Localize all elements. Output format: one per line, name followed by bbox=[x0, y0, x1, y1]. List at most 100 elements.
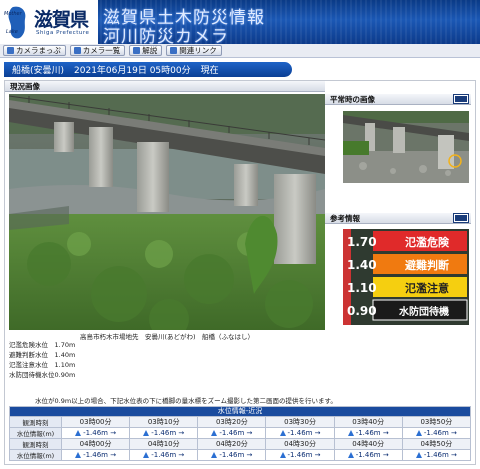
current-camera-image[interactable] bbox=[9, 94, 325, 330]
reference-level-gauge: 1.70 氾濫危険 1.40 避難判断 1.10 氾濫注意 0.90 水防団待機 bbox=[343, 229, 469, 325]
level-icon bbox=[143, 430, 150, 436]
gauge-caution-label: 氾濫注意 bbox=[405, 281, 449, 295]
value-cell: -1.46m → bbox=[60, 427, 131, 439]
site-subtitle: 河川防災カメラ bbox=[103, 27, 229, 44]
time-cell: 03時30分 bbox=[265, 416, 335, 428]
link-icon bbox=[170, 47, 178, 54]
value-text: -1.46m → bbox=[423, 429, 457, 437]
list-icon bbox=[73, 47, 81, 54]
main-panel: 現況画像 高島市朽木市場地先 安曇川(あどがわ) 船橋（ふなはし） 氾濫危険水位… bbox=[4, 80, 476, 465]
value-text: -1.46m → bbox=[219, 451, 253, 459]
nav-camera-list[interactable]: カメラ一覧 bbox=[69, 45, 126, 56]
nav-camera-map[interactable]: カメラまっぷ bbox=[3, 45, 66, 56]
value-text: -1.46m → bbox=[287, 451, 321, 459]
gauge-danger-value: 1.70 bbox=[347, 235, 377, 249]
time-cell: 04時30分 bbox=[265, 438, 335, 450]
level-icon bbox=[279, 452, 286, 458]
level-icon bbox=[347, 430, 354, 436]
status-label: 現在 bbox=[200, 66, 219, 76]
gauge-caution-value: 1.10 bbox=[347, 281, 377, 295]
map-icon bbox=[7, 47, 14, 54]
gauge-chart: 1.70 氾濫危険 1.40 避難判断 1.10 氾濫注意 0.90 水防団待機 bbox=[343, 229, 469, 325]
time-cell: 03時00分 bbox=[60, 416, 131, 428]
zoom-note: 水位が0.9m以上の場合、下記水位表の下に橋脚の量水標をズーム撮影した第二画面の… bbox=[35, 397, 337, 405]
station-title-bar: 船橋(安曇川) 2021年06月19日 05時00分 現在 bbox=[4, 62, 292, 77]
value-cell: -1.46m → bbox=[60, 449, 131, 461]
value-text: -1.46m → bbox=[151, 429, 185, 437]
level-icon bbox=[279, 430, 286, 436]
nav-related-links[interactable]: 関連リンク bbox=[166, 45, 222, 56]
level-evacuation: 避難判断水位 1.40m bbox=[9, 351, 76, 359]
badge-icon bbox=[453, 213, 469, 223]
current-image-heading-text: 現況画像 bbox=[10, 81, 40, 91]
normal-image-heading-text: 平常時の画像 bbox=[330, 94, 375, 104]
time-label: 観測時刻 bbox=[9, 416, 62, 428]
site-header: Mother Lake 滋賀県 Shiga Prefecture 滋賀県土木防災… bbox=[0, 0, 480, 44]
table-row: 観測時刻 04時00分 04時10分 04時20分 04時30分 04時40分 … bbox=[9, 438, 472, 450]
time-cell: 03時40分 bbox=[333, 416, 403, 428]
value-label: 水位情報(m) bbox=[9, 427, 62, 439]
bridge-photo bbox=[9, 94, 325, 330]
value-text: -1.46m → bbox=[423, 451, 457, 459]
gauge-danger-label: 氾濫危険 bbox=[405, 235, 450, 249]
reference-info-heading: 参考情報 bbox=[325, 213, 471, 224]
level-danger: 氾濫危険水位 1.70m bbox=[9, 341, 76, 349]
gauge-evacuation-label: 避難判断 bbox=[405, 258, 449, 272]
reference-info-heading-text: 参考情報 bbox=[330, 213, 360, 223]
level-icon bbox=[211, 430, 218, 436]
normal-image-heading: 平常時の画像 bbox=[325, 94, 471, 105]
value-text: -1.46m → bbox=[219, 429, 253, 437]
level-icon bbox=[415, 452, 422, 458]
time-cell: 04時50分 bbox=[401, 438, 472, 450]
value-cell: -1.46m → bbox=[265, 449, 335, 461]
logo-text: 滋賀県 bbox=[34, 9, 89, 31]
value-text: -1.46m → bbox=[151, 451, 185, 459]
normal-camera-image[interactable] bbox=[343, 111, 469, 183]
gauge-standby-value: 0.90 bbox=[347, 304, 377, 318]
nav-label: 関連リンク bbox=[179, 46, 217, 55]
badge-icon bbox=[453, 94, 469, 104]
emblem-label-bottom: Lake bbox=[6, 29, 18, 35]
value-cell: -1.46m → bbox=[197, 427, 267, 439]
level-thresholds: 氾濫危険水位 1.70m 避難判断水位 1.40m 氾濫注意水位 1.10m 水… bbox=[9, 340, 75, 380]
nav-explanation[interactable]: 解説 bbox=[129, 45, 163, 56]
logo-subtitle: Shiga Prefecture bbox=[36, 30, 90, 36]
value-cell: -1.46m → bbox=[333, 427, 403, 439]
gauge-standby-label: 水防団待機 bbox=[398, 305, 449, 318]
nav-label: カメラまっぷ bbox=[16, 46, 61, 55]
level-icon bbox=[211, 452, 218, 458]
main-nav: カメラまっぷ カメラ一覧 解説 関連リンク bbox=[0, 44, 480, 58]
lake-emblem-icon: Mother Lake bbox=[4, 6, 26, 39]
table-row: 水位情報(m) -1.46m → -1.46m → -1.46m → -1.46… bbox=[9, 427, 472, 439]
table-row: 観測時刻 03時00分 03時10分 03時20分 03時30分 03時40分 … bbox=[9, 416, 472, 428]
current-image-heading: 現況画像 bbox=[5, 81, 325, 92]
station-name: 船橋(安曇川) bbox=[12, 66, 65, 76]
value-text: -1.46m → bbox=[355, 451, 389, 459]
time-cell: 04時10分 bbox=[129, 438, 199, 450]
observation-datetime: 2021年06月19日 05時00分 bbox=[74, 66, 191, 76]
time-cell: 04時20分 bbox=[197, 438, 267, 450]
water-level-table: 水位情報-近況 観測時刻 03時00分 03時10分 03時20分 03時30分… bbox=[9, 406, 472, 461]
table-row: 水位情報(m) -1.46m → -1.46m → -1.46m → -1.46… bbox=[9, 449, 472, 461]
level-icon bbox=[415, 430, 422, 436]
level-icon bbox=[143, 452, 150, 458]
level-standby: 水防団待機水位0.90m bbox=[9, 371, 76, 379]
info-icon bbox=[133, 47, 141, 54]
value-cell: -1.46m → bbox=[197, 449, 267, 461]
value-cell: -1.46m → bbox=[401, 449, 472, 461]
value-text: -1.46m → bbox=[287, 429, 321, 437]
level-icon bbox=[75, 452, 82, 458]
level-caution: 氾濫注意水位 1.10m bbox=[9, 361, 76, 369]
value-cell: -1.46m → bbox=[401, 427, 472, 439]
value-label: 水位情報(m) bbox=[9, 449, 62, 461]
time-cell: 03時10分 bbox=[129, 416, 199, 428]
value-cell: -1.46m → bbox=[265, 427, 335, 439]
nav-label: 解説 bbox=[142, 46, 158, 55]
time-cell: 03時20分 bbox=[197, 416, 267, 428]
value-text: -1.46m → bbox=[83, 429, 117, 437]
value-cell: -1.46m → bbox=[129, 427, 199, 439]
prefecture-logo[interactable]: Mother Lake 滋賀県 Shiga Prefecture bbox=[0, 0, 98, 44]
value-cell: -1.46m → bbox=[129, 449, 199, 461]
value-text: -1.46m → bbox=[355, 429, 389, 437]
level-icon bbox=[75, 430, 82, 436]
